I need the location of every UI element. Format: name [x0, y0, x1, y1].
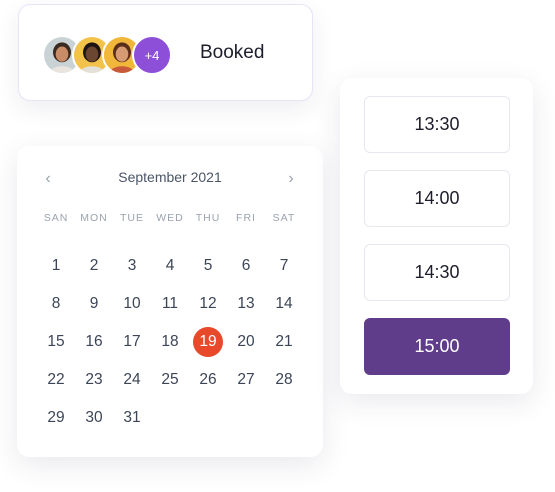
calendar-day[interactable]: 27 — [227, 365, 265, 395]
calendar-day[interactable]: 20 — [227, 327, 265, 357]
calendar-week-row: 1234567 — [37, 251, 303, 281]
calendar-day[interactable]: 22 — [37, 365, 75, 395]
calendar-day[interactable]: 28 — [265, 365, 303, 395]
calendar-week-row: 15 16 17 18 19 20 21 — [37, 327, 303, 357]
time-slot-button[interactable]: 14:00 — [364, 170, 510, 227]
calendar-day[interactable]: 23 — [75, 365, 113, 395]
time-slots-card: 13:30 14:00 14:30 15:00 — [340, 78, 533, 394]
calendar-day[interactable]: 1 — [37, 251, 75, 281]
weekday-label: WED — [156, 212, 184, 224]
booked-card: +4 Booked — [18, 4, 313, 101]
calendar-day[interactable]: 6 — [227, 251, 265, 281]
chevron-right-icon[interactable]: › — [282, 170, 300, 188]
calendar-day[interactable]: 21 — [265, 327, 303, 357]
calendar-day[interactable]: 3 — [113, 251, 151, 281]
calendar-day[interactable]: 15 — [37, 327, 75, 357]
time-slot-button[interactable]: 14:30 — [364, 244, 510, 301]
calendar-day[interactable]: 17 — [113, 327, 151, 357]
calendar-day[interactable]: 10 — [113, 289, 151, 319]
calendar-week-row: 22 23 24 25 26 27 28 — [37, 365, 303, 395]
calendar-day[interactable]: 4 — [151, 251, 189, 281]
calendar-day[interactable]: 7 — [265, 251, 303, 281]
calendar-day[interactable]: 24 — [113, 365, 151, 395]
calendar-day-selected[interactable]: 19 — [189, 327, 227, 357]
calendar-day[interactable]: 30 — [75, 403, 113, 433]
weekday-label: MON — [80, 212, 108, 224]
calendar-day[interactable]: 5 — [189, 251, 227, 281]
calendar-day[interactable]: 12 — [189, 289, 227, 319]
calendar-month-label: September 2021 — [118, 169, 222, 185]
calendar-day[interactable]: 9 — [75, 289, 113, 319]
weekday-label: THU — [195, 212, 221, 224]
calendar-day[interactable]: 8 — [37, 289, 75, 319]
time-slot-selected[interactable]: 15:00 — [364, 318, 510, 375]
calendar-week-row: 8 9 10 11 12 13 14 — [37, 289, 303, 319]
calendar-card: ‹ September 2021 › SAN MON TUE WED THU FRI SAT… — [17, 146, 323, 457]
weekday-label: FRI — [236, 212, 256, 224]
calendar-day[interactable]: 13 — [227, 289, 265, 319]
booked-label: Booked — [200, 42, 265, 63]
calendar-day[interactable]: 16 — [75, 327, 113, 357]
calendar-day[interactable]: 18 — [151, 327, 189, 357]
calendar-day[interactable]: 25 — [151, 365, 189, 395]
weekday-label: SAN — [43, 212, 69, 224]
calendar-day[interactable]: 11 — [151, 289, 189, 319]
more-attendees-badge[interactable]: +4 — [132, 35, 172, 75]
weekday-label: TUE — [120, 212, 144, 224]
calendar-day[interactable]: 2 — [75, 251, 113, 281]
weekday-label: SAT — [272, 212, 296, 224]
calendar-week-row: 29 30 31 — [37, 403, 303, 433]
calendar-day[interactable]: 31 — [113, 403, 151, 433]
weekday-header: SAN MON TUE WED THU FRI SAT — [37, 212, 303, 224]
calendar-day[interactable]: 14 — [265, 289, 303, 319]
time-slot-button[interactable]: 13:30 — [364, 96, 510, 153]
calendar-day[interactable]: 26 — [189, 365, 227, 395]
calendar-day[interactable]: 29 — [37, 403, 75, 433]
